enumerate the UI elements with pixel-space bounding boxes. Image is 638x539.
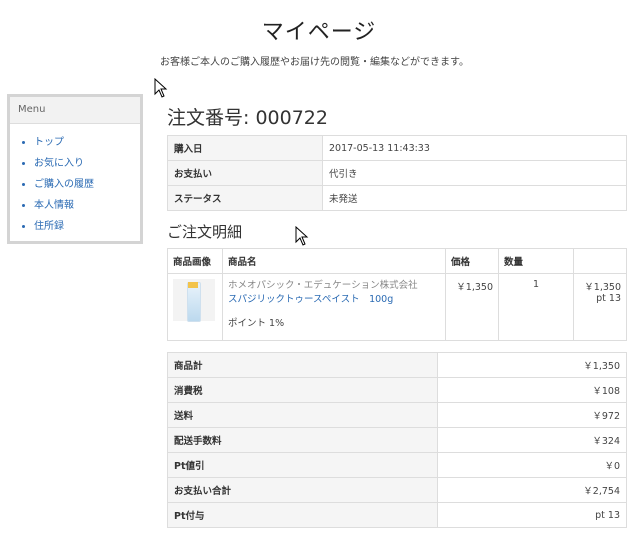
table-row: Pt値引 ￥0 — [167, 452, 627, 478]
menu-link-favorites[interactable]: お気に入り — [34, 158, 84, 169]
menu-link-history[interactable]: ご購入の履歴 — [34, 179, 94, 190]
col-qty-header: 数量 — [498, 248, 574, 274]
totals-value: ￥0 — [437, 452, 627, 478]
totals-value: ￥1,350 — [437, 352, 627, 378]
table-row: 配送手数料 ￥324 — [167, 427, 627, 453]
table-row: 購入日 2017-05-13 11:43:33 — [167, 135, 627, 161]
product-name-link[interactable]: スパジリックトゥースペイスト 100g — [228, 294, 393, 305]
order-title: 注文番号: 000722 — [167, 103, 328, 130]
col-price-header: 価格 — [445, 248, 499, 274]
product-qty: 1 — [498, 273, 574, 341]
table-row: お支払い合計 ￥2,754 — [167, 477, 627, 503]
mouse-pointer-icon — [295, 226, 309, 246]
table-row: Pt付与 pt 13 — [167, 502, 627, 528]
product-subtotal-cell: ￥1,350 pt 13 — [573, 273, 627, 341]
totals-value: pt 13 — [437, 502, 627, 528]
product-image-cell — [167, 273, 223, 341]
totals-label: 商品計 — [167, 352, 438, 378]
table-row: お支払い 代引き — [167, 160, 627, 186]
totals-value: ￥324 — [437, 427, 627, 453]
menu-item-top: トップ — [34, 132, 140, 153]
totals-value: ￥972 — [437, 402, 627, 428]
order-info-table: 購入日 2017-05-13 11:43:33 お支払い 代引き ステータス 未… — [167, 135, 627, 211]
menu-item-profile: 本人情報 — [34, 195, 140, 216]
totals-table: 商品計 ￥1,350 消費税 ￥108 送料 ￥972 配送手数料 ￥324 Pt値引 ￥… — [167, 352, 627, 528]
order-number: 000722 — [255, 107, 328, 129]
totals-label: 消費税 — [167, 377, 438, 403]
status-label: ステータス — [167, 185, 323, 211]
col-total-header — [573, 248, 627, 274]
mouse-pointer-icon — [154, 78, 168, 98]
totals-label: Pt付与 — [167, 502, 438, 528]
totals-label: Pt値引 — [167, 452, 438, 478]
table-row: ステータス 未発送 — [167, 185, 627, 211]
page-subtitle: お客様ご本人のご購入履歴やお届け先の閲覧・編集などができます。 — [160, 57, 469, 68]
product-price: ￥1,350 — [445, 273, 499, 341]
order-items-table: 商品画像 商品名 価格 数量 ホメオパシック・エデュケーション株式会社 スパジリ… — [167, 248, 627, 341]
totals-label: お支払い合計 — [167, 477, 438, 503]
menu-link-top[interactable]: トップ — [34, 137, 64, 148]
menu-list: トップ お気に入り ご購入の履歴 本人情報 住所録 — [10, 124, 140, 237]
purchase-date-label: 購入日 — [167, 135, 323, 161]
menu-item-addresses: 住所録 — [34, 216, 140, 237]
totals-value: ￥108 — [437, 377, 627, 403]
order-details-title: ご注文明細 — [167, 223, 243, 241]
status-value: 未発送 — [322, 185, 627, 211]
product-pt: pt 13 — [596, 293, 621, 304]
order-title-label: 注文番号: — [167, 107, 250, 129]
totals-value: ￥2,754 — [437, 477, 627, 503]
table-row: 商品計 ￥1,350 — [167, 352, 627, 378]
payment-value: 代引き — [322, 160, 627, 186]
purchase-date-value: 2017-05-13 11:43:33 — [322, 135, 627, 161]
toothpaste-tube-icon[interactable] — [173, 279, 215, 322]
col-name-header: 商品名 — [222, 248, 446, 274]
menu-link-addresses[interactable]: 住所録 — [34, 221, 64, 232]
product-maker: ホメオパシック・エデュケーション株式会社 — [228, 280, 418, 291]
table-header-row: 商品画像 商品名 価格 数量 — [167, 248, 627, 274]
table-row: 送料 ￥972 — [167, 402, 627, 428]
product-points: ポイント 1% — [228, 318, 285, 329]
menu-title: Menu — [10, 97, 140, 124]
product-name-cell: ホメオパシック・エデュケーション株式会社 スパジリックトゥースペイスト 100g… — [222, 273, 446, 341]
menu-item-history: ご購入の履歴 — [34, 174, 140, 195]
col-image-header: 商品画像 — [167, 248, 223, 274]
menu-link-profile[interactable]: 本人情報 — [34, 200, 74, 211]
table-row: 消費税 ￥108 — [167, 377, 627, 403]
totals-label: 送料 — [167, 402, 438, 428]
totals-label: 配送手数料 — [167, 427, 438, 453]
menu-item-favorites: お気に入り — [34, 153, 140, 174]
payment-label: お支払い — [167, 160, 323, 186]
table-row: ホメオパシック・エデュケーション株式会社 スパジリックトゥースペイスト 100g… — [167, 273, 627, 341]
product-subtotal: ￥1,350 — [584, 282, 621, 293]
page-title: マイページ — [261, 20, 377, 45]
sidebar-menu: Menu トップ お気に入り ご購入の履歴 本人情報 住所録 — [7, 94, 143, 244]
